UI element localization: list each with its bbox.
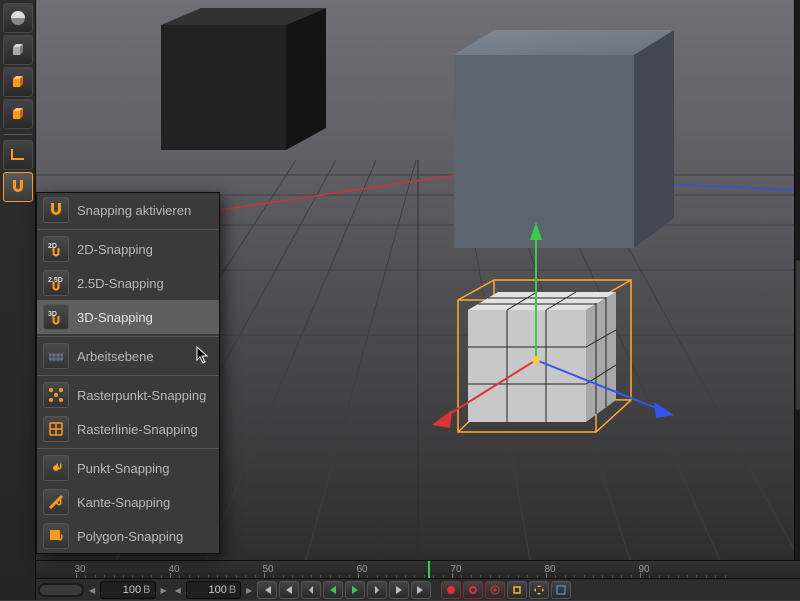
move-key-button[interactable] xyxy=(529,581,549,599)
menu-item-label: Kante-Snapping xyxy=(77,495,170,510)
record-button[interactable] xyxy=(441,581,461,599)
frame-end-dec[interactable]: ◀ xyxy=(172,586,184,595)
timeline-scrollbar[interactable] xyxy=(38,583,84,597)
menu-item-workplane[interactable]: Arbeitsebene xyxy=(37,339,219,373)
material-icon[interactable] xyxy=(3,3,33,33)
frame-unit: B xyxy=(143,584,150,596)
menu-item-point-snap[interactable]: Punkt-Snapping xyxy=(37,451,219,485)
menu-item-snap-25d[interactable]: 2.5D 2.5D-Snapping xyxy=(37,266,219,300)
frame-start-field[interactable]: B xyxy=(100,581,155,599)
polygon-snap-icon xyxy=(43,523,69,549)
menu-item-label: Snapping aktivieren xyxy=(77,203,191,218)
autokey-button[interactable] xyxy=(463,581,483,599)
point-snap-icon xyxy=(43,455,69,481)
play-button[interactable] xyxy=(345,581,365,599)
frame-end-field[interactable]: B xyxy=(186,581,241,599)
menu-item-label: 2.5D-Snapping xyxy=(77,276,164,291)
menu-item-label: Polygon-Snapping xyxy=(77,529,183,544)
scale-key-button[interactable] xyxy=(551,581,571,599)
axis-icon[interactable] xyxy=(3,140,33,170)
svg-text:2.5D: 2.5D xyxy=(48,277,63,284)
viewport-scrollbar[interactable] xyxy=(794,0,800,560)
cube-dark xyxy=(161,8,326,150)
snap-25d-icon: 2.5D xyxy=(43,270,69,296)
edge-snap-icon xyxy=(43,489,69,515)
go-end-button[interactable] xyxy=(411,581,431,599)
play-reverse-button[interactable] xyxy=(323,581,343,599)
key-options-button[interactable] xyxy=(485,581,505,599)
primitive-cube-icon[interactable] xyxy=(3,35,33,65)
menu-item-snap-2d[interactable]: 2D 2D-Snapping xyxy=(37,232,219,266)
next-key-button[interactable] xyxy=(389,581,409,599)
svg-text:3D: 3D xyxy=(48,311,57,318)
menu-item-label: Rasterlinie-Snapping xyxy=(77,422,198,437)
frame-end-inc[interactable]: ▶ xyxy=(243,586,255,595)
go-start-button[interactable] xyxy=(257,581,277,599)
frame-inc[interactable]: ▶ xyxy=(158,586,170,595)
menu-item-snap-3d[interactable]: 3D 3D-Snapping xyxy=(37,300,219,334)
gridpoint-icon xyxy=(43,382,69,408)
snap-magnet-icon[interactable] xyxy=(3,172,33,202)
snap-2d-icon: 2D xyxy=(43,236,69,262)
gridline-icon xyxy=(43,416,69,442)
frame-dec[interactable]: ◀ xyxy=(86,586,98,595)
next-frame-button[interactable] xyxy=(367,581,387,599)
timeline-playhead[interactable] xyxy=(428,561,430,579)
magnet-icon xyxy=(43,197,69,223)
menu-item-label: Punkt-Snapping xyxy=(77,461,170,476)
key-selection-button[interactable] xyxy=(507,581,527,599)
prev-key-button[interactable] xyxy=(279,581,299,599)
menu-item-gridpoint[interactable]: Rasterpunkt-Snapping xyxy=(37,378,219,412)
menu-item-label: Arbeitsebene xyxy=(77,349,154,364)
snap-3d-icon: 3D xyxy=(43,304,69,330)
menu-item-label: Rasterpunkt-Snapping xyxy=(77,388,206,403)
menu-item-polygon-snap[interactable]: Polygon-Snapping xyxy=(37,519,219,553)
left-toolbar xyxy=(0,0,36,600)
menu-item-gridline[interactable]: Rasterlinie-Snapping xyxy=(37,412,219,446)
timeline-ruler[interactable]: 30405060708090 xyxy=(36,561,800,579)
frame-unit-2: B xyxy=(229,584,236,596)
timeline: 30405060708090 ◀ B ▶ ◀ B ▶ xyxy=(36,560,800,600)
primitive-cube3-icon[interactable] xyxy=(3,99,33,129)
cube-grey xyxy=(454,30,674,248)
primitive-cube2-icon[interactable] xyxy=(3,67,33,97)
menu-item-label: 3D-Snapping xyxy=(77,310,153,325)
prev-frame-button[interactable] xyxy=(301,581,321,599)
menu-item-magnet[interactable]: Snapping aktivieren xyxy=(37,193,219,227)
workplane-icon xyxy=(43,343,69,369)
snapping-menu: Snapping aktivieren2D2D-Snapping2.5D2.5D… xyxy=(36,192,220,554)
menu-item-edge-snap[interactable]: Kante-Snapping xyxy=(37,485,219,519)
menu-item-label: 2D-Snapping xyxy=(77,242,153,257)
svg-text:2D: 2D xyxy=(48,243,57,250)
